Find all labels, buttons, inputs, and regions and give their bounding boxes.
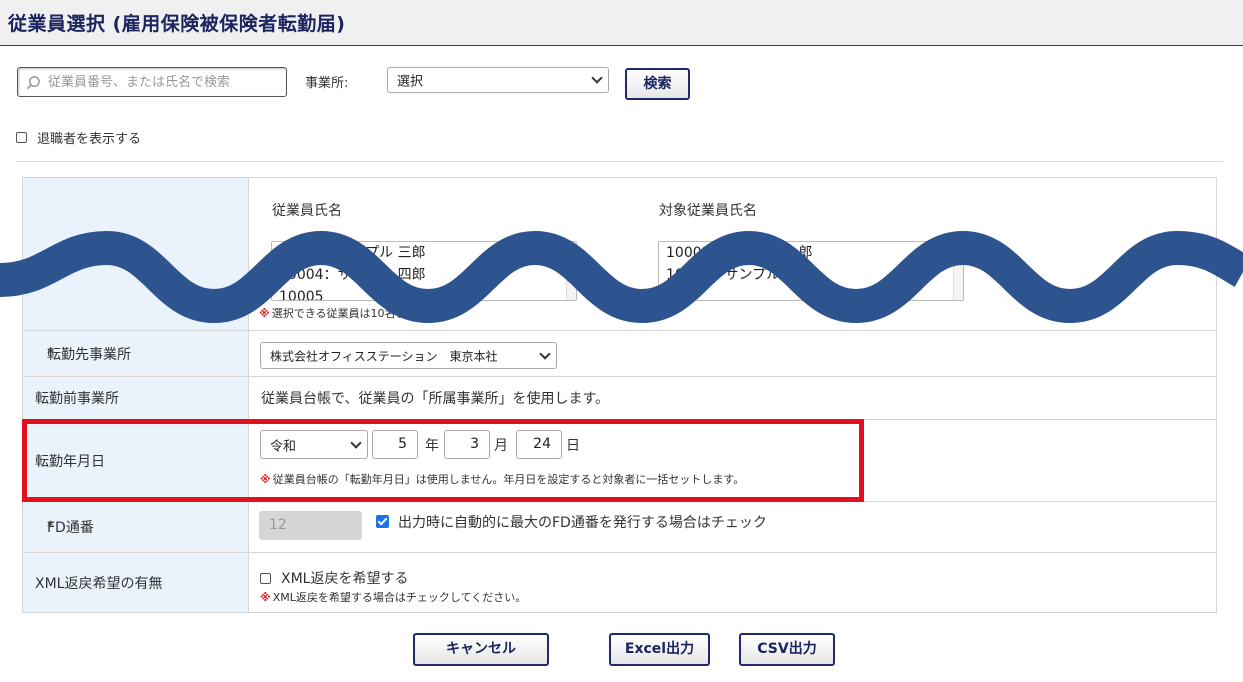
prev-office-label: 転勤前事業所	[35, 391, 119, 407]
note-mark: ※	[260, 591, 271, 604]
fd-auto-checkbox[interactable]	[376, 515, 389, 528]
checkbox-box[interactable]	[260, 572, 271, 584]
xml-return-checkbox-label: XML返戻を希望する	[281, 571, 409, 587]
office-filter-value: 選択	[397, 74, 424, 90]
employee-list-title: 従業員氏名	[272, 203, 342, 219]
search-button[interactable]: 検索	[625, 68, 690, 100]
search-icon	[26, 76, 40, 90]
dest-office-label-text: 転勤先事業所	[47, 346, 131, 363]
chevron-down-icon	[539, 347, 551, 360]
divider	[16, 161, 1223, 162]
dest-office-select[interactable]: 株式会社オフィスステーション 東京本社	[260, 342, 557, 369]
fd-number-label-text: FD通番	[47, 520, 94, 536]
page-header: 従業員選択 (雇用保険被保険者転勤届)	[0, 0, 1243, 46]
target-list-title: 対象従業員氏名	[659, 203, 757, 219]
page-title: 従業員選択 (雇用保険被保険者転勤届)	[8, 13, 346, 35]
show-retired-label: 退職者を表示する	[37, 132, 142, 147]
search-box[interactable]	[17, 67, 287, 97]
office-filter-select[interactable]: 選択	[387, 67, 609, 93]
dest-office-value: 株式会社オフィスステーション 東京本社	[270, 349, 498, 363]
xml-return-row: XML返戻希望の有無 XML返戻を希望する ※ XML返戻を希望する場合はチェック…	[23, 552, 1216, 612]
note-text: XML返戻を希望する場合はチェックしてください。	[272, 591, 527, 604]
prev-office-row: 転勤前事業所 従業員台帳で、従業員の「所属事業所」を使用します。	[23, 376, 1216, 419]
fd-number-input[interactable]: 12	[259, 511, 362, 540]
fd-number-row: * FD通番 12 出力時に自動的に最大のFD通番を発行する場合はチェック	[23, 501, 1216, 552]
excel-export-button[interactable]: Excel出力	[609, 633, 710, 666]
cancel-button[interactable]: キャンセル	[413, 633, 549, 666]
highlight-box	[22, 419, 864, 502]
xml-return-checkbox[interactable]: XML返戻を希望する	[260, 568, 408, 588]
fd-auto-label: 出力時に自動的に最大のFD通番を発行する場合はチェック	[398, 515, 767, 531]
prev-office-text: 従業員台帳で、従業員の「所属事業所」を使用します。	[261, 391, 610, 407]
row-label-cell: 転勤前事業所	[23, 377, 249, 419]
checkbox-box[interactable]	[16, 132, 27, 143]
chevron-down-icon	[591, 72, 603, 84]
row-label-cell: * 転勤先事業所	[23, 331, 249, 376]
csv-export-button[interactable]: CSV出力	[739, 633, 835, 666]
search-input[interactable]	[48, 72, 282, 92]
office-filter-label: 事業所:	[305, 76, 349, 91]
xml-return-label: XML返戻希望の有無	[35, 575, 163, 592]
row-label-cell: * FD通番	[23, 502, 249, 552]
xml-return-note: ※ XML返戻を希望する場合はチェックしてください。	[260, 589, 526, 605]
show-retired-checkbox[interactable]: 退職者を表示する	[16, 128, 141, 147]
row-label-cell: XML返戻希望の有無	[23, 553, 249, 612]
wave-overlay	[0, 230, 1243, 324]
